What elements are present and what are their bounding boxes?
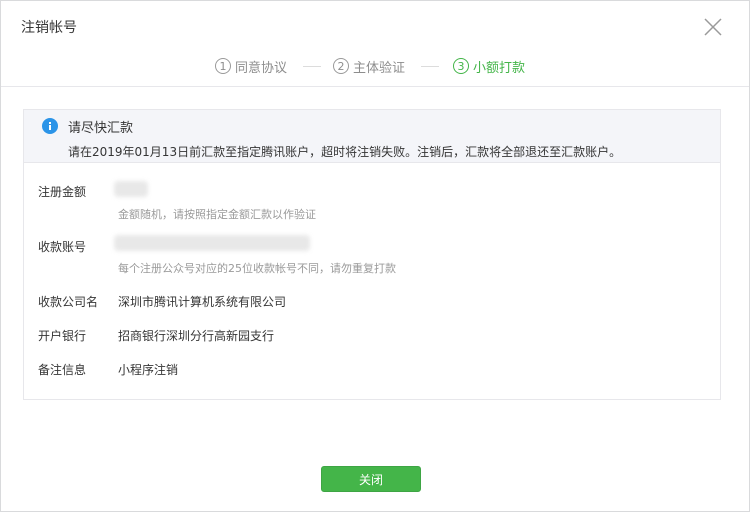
step-label: 主体验证 [353, 60, 406, 76]
step-divider [303, 66, 321, 67]
step-2: 2 主体验证 [333, 55, 405, 77]
close-button[interactable]: 关闭 [321, 466, 421, 492]
bank-value: 招商银行深圳分行高新园支行 [118, 329, 275, 343]
amount-tip: 金额随机，请按照指定金额汇款以作验证 [118, 208, 316, 221]
dialog-title: 注销帐号 [21, 20, 77, 36]
step-divider [421, 66, 439, 67]
step-3: 3 小额打款 [453, 55, 525, 77]
step-label: 小额打款 [473, 60, 526, 76]
memo-label: 备注信息 [38, 363, 87, 377]
dialog-header: 注销帐号 1 同意协议 2 主体验证 3 小额打款 [1, 1, 749, 87]
step-label: 同意协议 [235, 60, 288, 76]
bank-label: 开户银行 [38, 329, 87, 343]
company-value: 深圳市腾讯计算机系统有限公司 [118, 295, 287, 309]
step-number: 2 [333, 58, 349, 74]
company-label: 收款公司名 [38, 295, 99, 309]
step-1: 1 同意协议 [215, 55, 287, 77]
account-tip: 每个注册公众号对应的25位收款帐号不同，请勿重复打款 [118, 262, 396, 275]
account-label: 收款账号 [38, 240, 87, 254]
amount-label: 注册金额 [38, 185, 87, 199]
notice-body: 请在2019年01月13日前汇款至指定腾讯账户，超时将注销失败。注销后，汇款将全… [68, 145, 622, 159]
close-icon[interactable] [701, 15, 725, 39]
payment-info-panel: 注册金额 金额随机，请按照指定金额汇款以作验证 收款账号 每个注册公众号对应的2… [23, 162, 721, 400]
memo-value: 小程序注销 [118, 363, 179, 377]
info-icon [42, 118, 58, 134]
amount-value-redacted [114, 181, 148, 197]
dialog: 注销帐号 1 同意协议 2 主体验证 3 小额打款 请尽快汇款 请在2019年0… [0, 0, 750, 512]
step-indicator: 1 同意协议 2 主体验证 3 小额打款 [1, 55, 749, 77]
step-number: 3 [453, 58, 469, 74]
account-value-redacted [114, 235, 310, 251]
notice-banner: 请尽快汇款 请在2019年01月13日前汇款至指定腾讯账户，超时将注销失败。注销… [23, 109, 721, 162]
step-number: 1 [215, 58, 231, 74]
notice-title: 请尽快汇款 [68, 121, 134, 136]
